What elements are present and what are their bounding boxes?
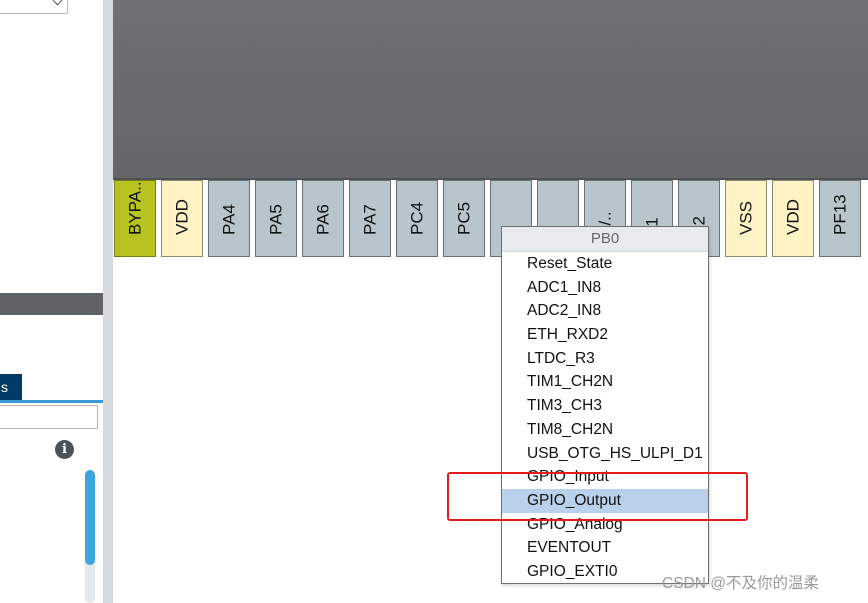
menu-item[interactable]: Reset_State bbox=[502, 252, 708, 276]
pin[interactable]: PA7 bbox=[349, 180, 391, 257]
pin[interactable]: PC5 bbox=[443, 180, 485, 257]
menu-item[interactable]: USB_OTG_HS_ULPI_D1 bbox=[502, 442, 708, 466]
panel-splitter[interactable] bbox=[103, 0, 113, 603]
menu-item[interactable]: LTDC_R3 bbox=[502, 347, 708, 371]
annotation-highlight-box bbox=[447, 472, 748, 521]
menu-item[interactable]: ADC2_IN8 bbox=[502, 299, 708, 323]
pin-label: PF13 bbox=[830, 194, 850, 235]
tab-active[interactable]: s bbox=[0, 374, 22, 400]
pin-label: VDD bbox=[783, 199, 803, 235]
pin-context-menu: PB0 Reset_State ADC1_IN8 ADC2_IN8 ETH_RXD2 L… bbox=[501, 226, 709, 584]
scrollbar-thumb[interactable] bbox=[85, 470, 95, 565]
pin-label: PA7 bbox=[360, 204, 380, 235]
tab-underline bbox=[0, 400, 103, 403]
panel-header-bar bbox=[0, 293, 103, 315]
chip-body bbox=[113, 0, 868, 178]
menu-item[interactable]: TIM1_CH2N bbox=[502, 370, 708, 394]
pin-label: PA4 bbox=[219, 204, 239, 235]
menu-item[interactable]: EVENTOUT bbox=[502, 536, 708, 560]
tab-label: s bbox=[1, 379, 8, 395]
pin[interactable]: PA4 bbox=[208, 180, 250, 257]
pin-label: PC4 bbox=[407, 201, 427, 235]
menu-item[interactable]: ETH_RXD2 bbox=[502, 323, 708, 347]
menu-item[interactable]: ADC1_IN8 bbox=[502, 276, 708, 300]
pin-label: VDD bbox=[172, 199, 192, 235]
search-input[interactable] bbox=[0, 405, 98, 429]
menu-items: Reset_State ADC1_IN8 ADC2_IN8 ETH_RXD2 LTDC_… bbox=[502, 252, 708, 584]
pin[interactable]: VDD bbox=[161, 180, 203, 257]
left-panel: s i bbox=[0, 0, 103, 603]
info-icon[interactable]: i bbox=[55, 440, 74, 459]
menu-item[interactable]: TIM8_CH2N bbox=[502, 418, 708, 442]
pin[interactable]: VDD bbox=[772, 180, 814, 257]
pin-label: BYPA.. bbox=[125, 181, 145, 235]
menu-item[interactable]: TIM3_CH3 bbox=[502, 394, 708, 418]
pin[interactable]: PF13 bbox=[819, 180, 861, 257]
watermark: CSDN @不及你的温柔 bbox=[662, 575, 819, 592]
pin-label: VSS bbox=[736, 200, 756, 235]
pin[interactable]: BYPA.. bbox=[114, 180, 156, 257]
pin[interactable]: VSS bbox=[725, 180, 767, 257]
pin-label: PA5 bbox=[266, 204, 286, 235]
pin-label: PA6 bbox=[313, 204, 333, 235]
pin-label: PC5 bbox=[454, 201, 474, 235]
pin[interactable]: PA6 bbox=[302, 180, 344, 257]
menu-title: PB0 bbox=[502, 227, 708, 252]
pin[interactable]: PC4 bbox=[396, 180, 438, 257]
dropdown-field[interactable] bbox=[0, 0, 68, 14]
pin[interactable]: PA5 bbox=[255, 180, 297, 257]
